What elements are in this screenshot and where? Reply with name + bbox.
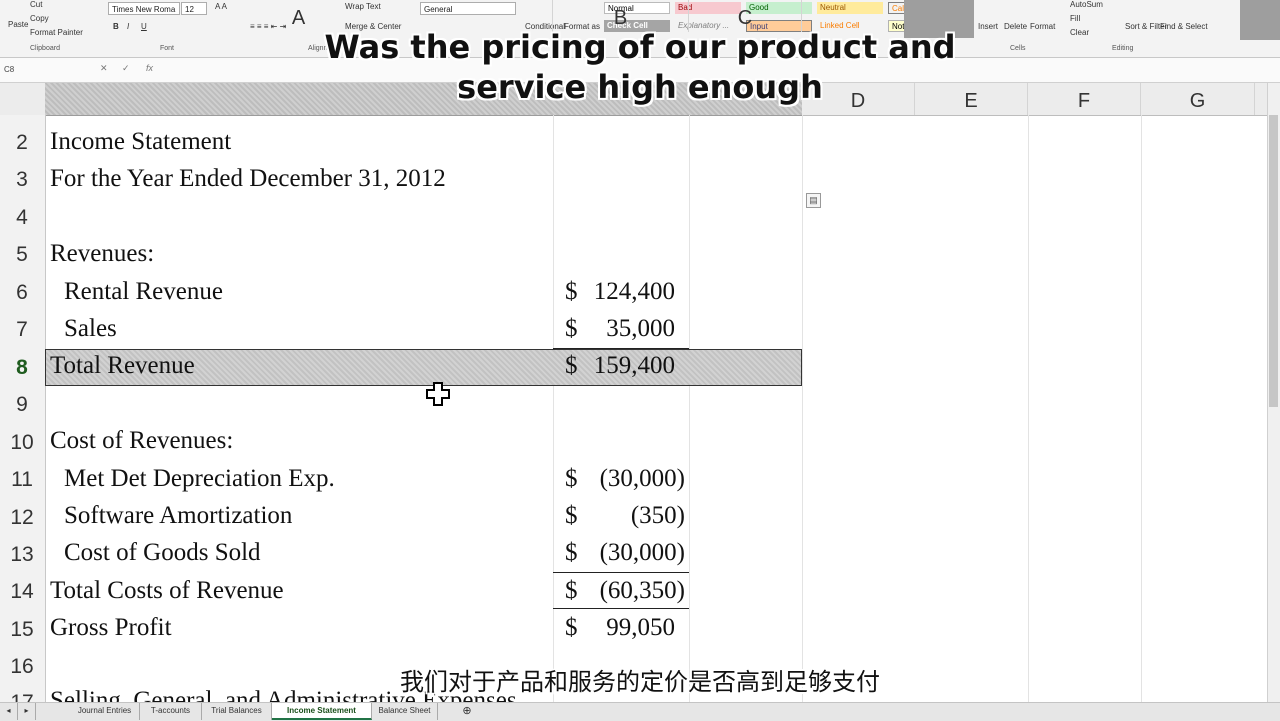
cell-b7[interactable]: $ 35,000 (565, 315, 675, 345)
dollar-sign: $ (565, 278, 578, 305)
row-header[interactable]: 8 (0, 356, 44, 380)
cell-a8[interactable]: Total Revenue (50, 352, 195, 380)
cell-b12[interactable]: $ (350) (565, 502, 685, 532)
cell-a6[interactable]: Rental Revenue (64, 278, 223, 306)
dollar-sign: $ (565, 614, 578, 641)
tab-trial-balances[interactable]: Trial Balances (202, 703, 272, 720)
amount-value: 159,400 (593, 352, 675, 379)
dollar-sign: $ (565, 315, 578, 342)
style-neutral[interactable]: Neutral (817, 2, 883, 14)
row-header[interactable]: 9 (0, 393, 44, 417)
subtitle-english-line1: Was the pricing of our product and (324, 28, 956, 66)
cell-b15[interactable]: $ 99,050 (565, 614, 675, 644)
cell-a5[interactable]: Revenues: (50, 240, 154, 268)
cell-b8[interactable]: $ 159,400 (565, 352, 675, 382)
cell-a11[interactable]: Met Det Depreciation Exp. (64, 465, 335, 493)
row-header[interactable]: 6 (0, 281, 44, 305)
cell-a2[interactable]: Income Statement (50, 128, 231, 156)
subtitle-chinese: 我们对于产品和服务的定价是否高到足够支付 (400, 668, 880, 696)
tab-t-accounts[interactable]: T-accounts (140, 703, 202, 720)
amount-value: 124,400 (593, 278, 675, 305)
amount-value: (30,000) (599, 539, 685, 566)
add-sheet-icon[interactable]: ⊕ (458, 703, 476, 720)
subtitle-english-line2: service high enough (457, 68, 823, 106)
dollar-sign: $ (565, 539, 578, 566)
gridline (1141, 115, 1142, 705)
tab-income-statement[interactable]: Income Statement (272, 703, 372, 720)
gridline (553, 115, 554, 705)
row-header[interactable]: 2 (0, 131, 44, 155)
underline-rule (553, 572, 689, 573)
row-header[interactable]: 11 (0, 468, 44, 492)
tab-scroll-left-icon[interactable]: ◂ (0, 703, 18, 720)
row-header[interactable]: 3 (0, 168, 44, 192)
scrollbar-thumb[interactable] (1269, 115, 1278, 407)
cell-a7[interactable]: Sales (64, 315, 117, 343)
cell-a15[interactable]: Gross Profit (50, 614, 172, 642)
row-header[interactable]: 5 (0, 243, 44, 267)
gridline (689, 115, 690, 705)
amount-value: 99,050 (606, 614, 675, 641)
paste-options-icon[interactable]: ▤ (806, 193, 821, 208)
cell-a14[interactable]: Total Costs of Revenue (50, 577, 284, 605)
row-header[interactable]: 14 (0, 580, 44, 604)
row-header[interactable]: 10 (0, 431, 44, 455)
tab-balance-sheet[interactable]: Balance Sheet (372, 703, 438, 720)
amount-value: (30,000) (599, 465, 685, 492)
underline-rule (553, 608, 689, 609)
gridline (802, 115, 803, 705)
amount-value: (350) (630, 502, 685, 529)
cut-button[interactable]: Cut (30, 0, 42, 9)
cell-a12[interactable]: Software Amortization (64, 502, 292, 530)
move-cursor-icon (426, 382, 450, 406)
cell-b6[interactable]: $ 124,400 (565, 278, 675, 308)
gridline (1028, 115, 1029, 705)
cell-a3[interactable]: For the Year Ended December 31, 2012 (50, 165, 446, 193)
cell-b11[interactable]: $ (30,000) (565, 465, 685, 495)
tab-scroll-right-icon[interactable]: ▸ (18, 703, 36, 720)
autosum-button[interactable]: AutoSum (1070, 0, 1103, 9)
row-header[interactable]: 15 (0, 618, 44, 642)
row-header[interactable]: 4 (0, 206, 44, 230)
dollar-sign: $ (565, 465, 578, 492)
row-header[interactable]: 12 (0, 506, 44, 530)
dollar-sign: $ (565, 352, 578, 379)
cell-a10[interactable]: Cost of Revenues: (50, 427, 233, 455)
dollar-sign: $ (565, 577, 578, 604)
cell-b14[interactable]: $ (60,350) (565, 577, 685, 607)
tab-journal-entries[interactable]: Journal Entries (70, 703, 140, 720)
sheet-tab-bar: ◂ ▸ Journal Entries T-accounts Trial Bal… (0, 702, 1280, 721)
cell-a13[interactable]: Cost of Goods Sold (64, 539, 261, 567)
amount-value: (60,350) (599, 577, 685, 604)
cell-b13[interactable]: $ (30,000) (565, 539, 685, 569)
dollar-sign: $ (565, 502, 578, 529)
fill-button[interactable]: Fill (1070, 14, 1080, 23)
underline-rule (553, 348, 689, 349)
row-header[interactable]: 7 (0, 318, 44, 342)
amount-value: 35,000 (606, 315, 675, 342)
row-header[interactable]: 13 (0, 543, 44, 567)
